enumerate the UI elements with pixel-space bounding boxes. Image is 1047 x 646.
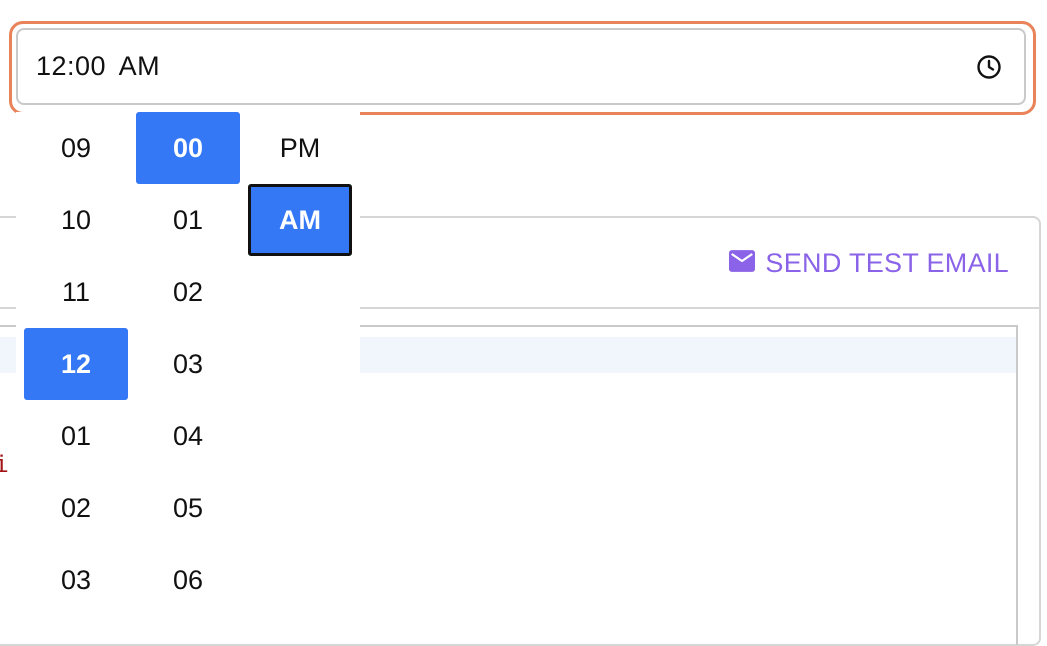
minute-option[interactable]: 01 [136,184,240,256]
editor-code-text: i [0,453,9,480]
hour-option[interactable]: 12 [24,328,128,400]
ampm-option[interactable]: PM [248,112,352,184]
minute-option[interactable]: 00 [136,112,240,184]
minute-option[interactable]: 04 [136,400,240,472]
minutes-column[interactable]: 00 01 02 03 04 05 06 [136,112,240,616]
time-input-value: 12:00 AM [36,51,161,81]
minute-option[interactable]: 02 [136,256,240,328]
hours-column[interactable]: 09 10 11 12 01 02 03 [24,112,128,616]
send-test-email-button[interactable]: SEND TEST EMAIL [729,248,1009,279]
hour-option[interactable]: 02 [24,472,128,544]
hour-option[interactable]: 11 [24,256,128,328]
minute-option[interactable]: 05 [136,472,240,544]
hour-option[interactable]: 09 [24,112,128,184]
ampm-column[interactable]: PM AM [248,112,352,256]
time-input[interactable]: 12:00 AM [16,28,1026,105]
ampm-option[interactable]: AM [248,184,352,256]
hour-option[interactable]: 03 [24,544,128,616]
time-picker-dropdown: 09 10 11 12 01 02 03 00 01 02 03 04 05 06 PM AM [16,112,360,642]
hour-option[interactable]: 01 [24,400,128,472]
hour-option[interactable]: 10 [24,184,128,256]
clock-icon[interactable] [976,54,1002,80]
minute-option[interactable]: 06 [136,544,240,616]
minute-option[interactable]: 03 [136,328,240,400]
mail-icon [729,248,756,279]
send-test-email-label: SEND TEST EMAIL [765,248,1009,278]
